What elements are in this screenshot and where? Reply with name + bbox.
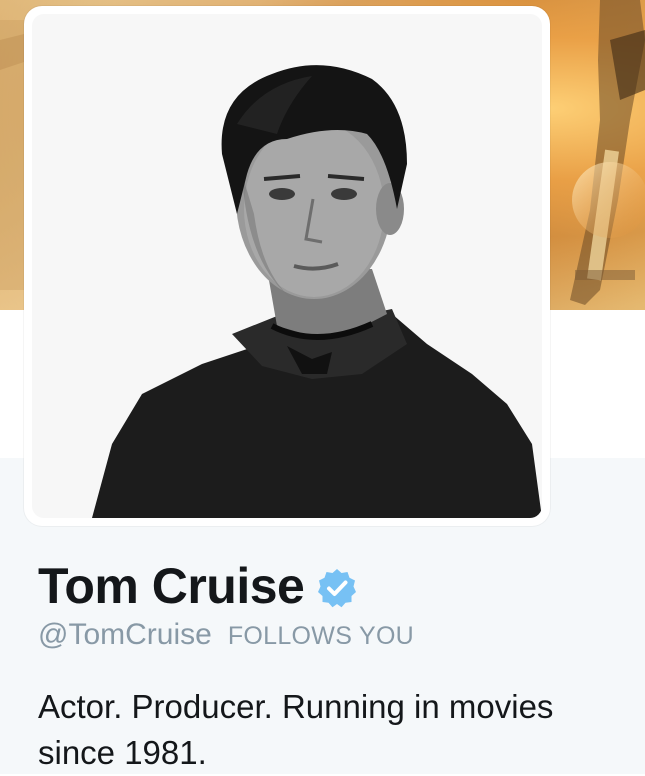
profile-handle-row: @TomCruise FOLLOWS YOU — [38, 618, 414, 652]
profile-handle[interactable]: @TomCruise — [38, 618, 212, 652]
follows-you-badge: FOLLOWS YOU — [227, 622, 415, 650]
avatar[interactable] — [32, 14, 542, 518]
profile-bio: Actor. Producer. Running in movies since… — [38, 688, 554, 771]
avatar-frame[interactable] — [24, 6, 550, 526]
verified-badge-icon — [318, 569, 357, 608]
profile-name[interactable]: Tom Cruise — [38, 556, 305, 616]
profile-name-row: Tom Cruise — [38, 556, 358, 616]
avatar-photo-image — [32, 14, 542, 518]
